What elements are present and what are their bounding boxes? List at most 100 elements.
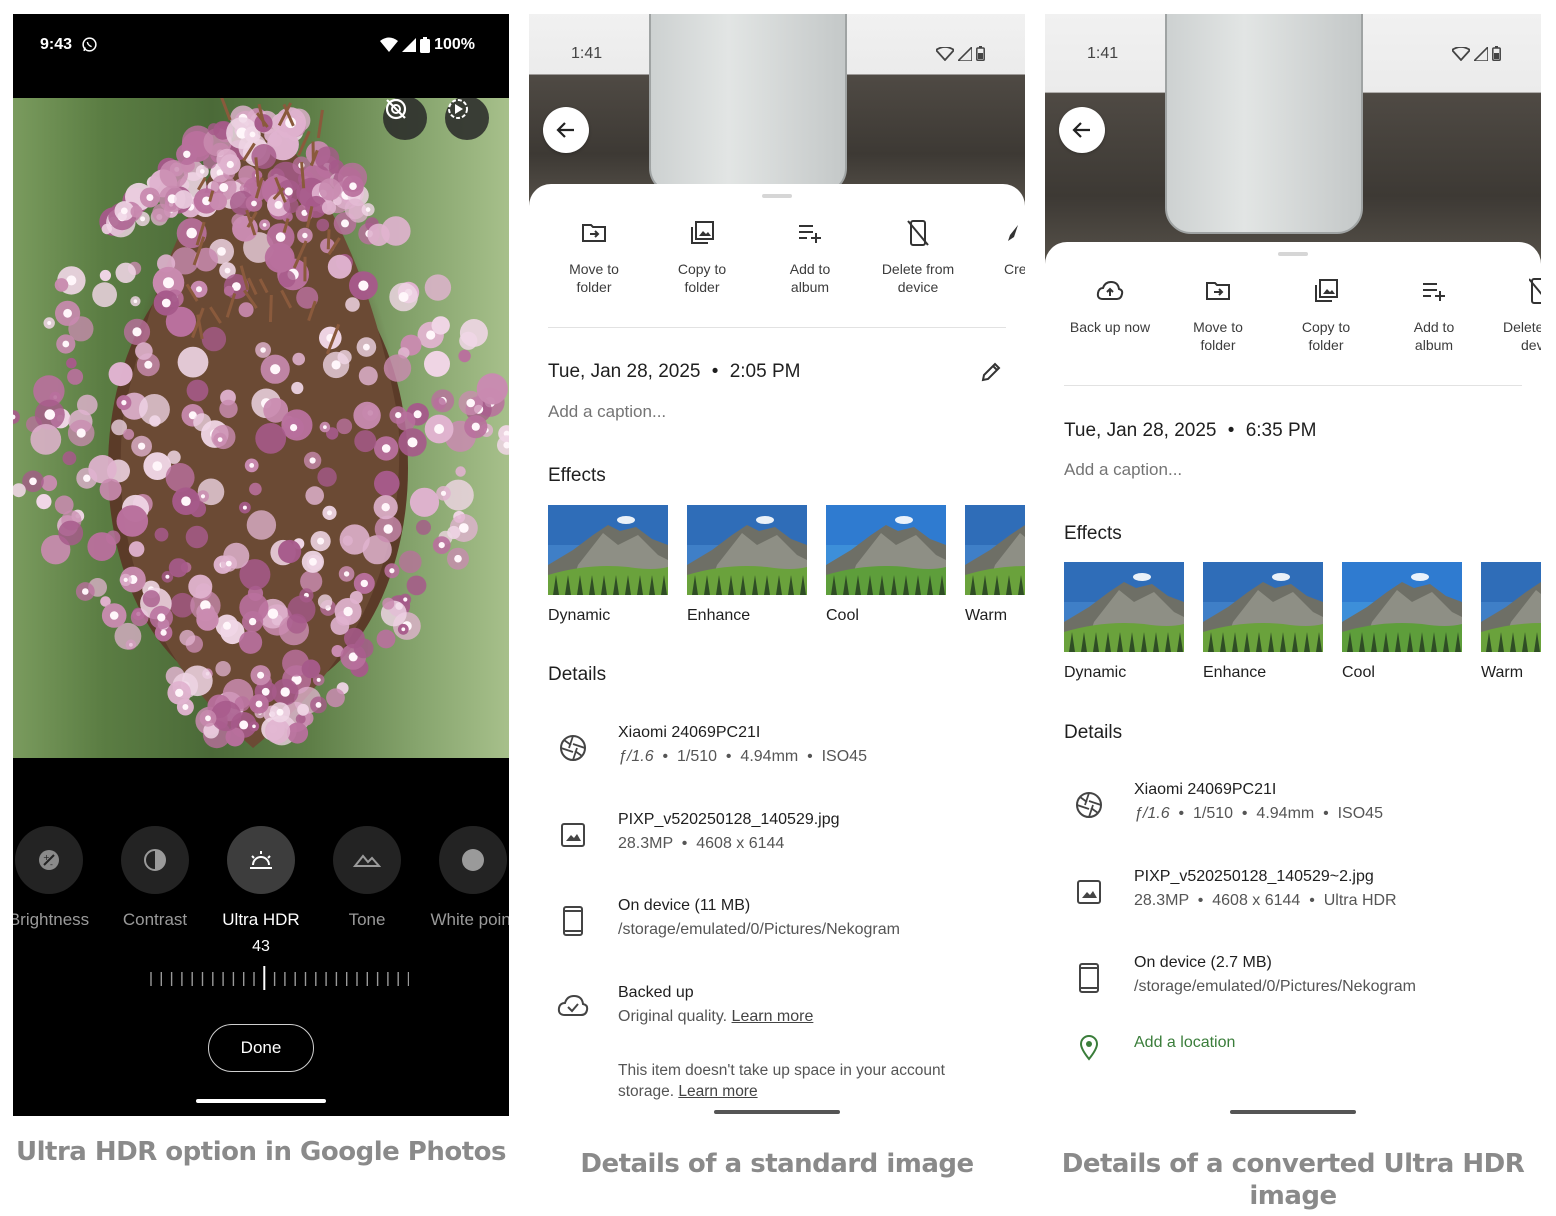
standard-image-details-screen: 1:41 Move to folder Copy to folder Add t… <box>529 14 1025 1126</box>
details-sheet: Back up now Move to folder Copy to folde… <box>1045 242 1541 1126</box>
sheet-handle[interactable] <box>762 194 792 198</box>
effect-thumbnail <box>1342 562 1462 652</box>
effect-enhance[interactable]: Enhance <box>1203 562 1323 682</box>
arrow-left-icon <box>556 122 574 138</box>
action-move-to-folder[interactable]: Move to folder <box>540 218 648 296</box>
action-label: Cre <box>1004 261 1025 277</box>
effect-label: Cool <box>826 607 859 624</box>
effect-dynamic[interactable]: Dynamic <box>1064 562 1184 682</box>
action-label: Back up now <box>1069 319 1151 335</box>
action-add-to-album[interactable]: Add to album <box>756 218 864 296</box>
add-to-album-icon <box>1423 283 1445 301</box>
effect-warm[interactable]: Warm <box>1481 562 1541 682</box>
home-indicator <box>196 1099 326 1103</box>
white-point-icon <box>462 849 484 871</box>
learn-more-link[interactable]: Learn more <box>732 1008 814 1025</box>
phone-icon <box>1079 963 1099 993</box>
caption-panel3: Details of a converted Ultra HDR image <box>1061 1149 1525 1211</box>
flower-photo <box>13 98 509 758</box>
file-info: 28.3MP • 4608 x 6144 <box>618 835 785 852</box>
action-label: Delete from <box>881 261 955 277</box>
action-label: Delete <box>1503 319 1541 335</box>
effect-thumbnail <box>965 505 1025 595</box>
copy-to-folder-icon <box>691 221 714 244</box>
battery-icon <box>420 37 431 53</box>
status-time: 9:43 <box>40 36 73 53</box>
details-sheet: Move to folder Copy to folder Add to alb… <box>529 184 1025 1126</box>
done-button[interactable]: Done <box>208 1024 314 1072</box>
status-bar: 9:43 100% <box>13 14 509 98</box>
create-icon <box>1008 225 1018 241</box>
effect-label: Cool <box>1342 664 1375 681</box>
signal-icon <box>1474 46 1488 61</box>
image-icon <box>1077 880 1101 904</box>
effect-cool[interactable]: Cool <box>1342 562 1462 682</box>
hdr-off-button[interactable] <box>383 98 427 140</box>
arrow-left-icon <box>1072 122 1090 138</box>
motion-button[interactable] <box>445 98 489 140</box>
photo-date: Tue, Jan 28, 2025 <box>548 361 701 382</box>
delete-from-device-icon <box>907 220 929 246</box>
caption-input[interactable]: Add a caption... <box>548 402 666 422</box>
edit-date-button[interactable] <box>979 360 1003 384</box>
battery-icon <box>1492 46 1501 61</box>
back-button[interactable] <box>1059 107 1105 153</box>
aperture-icon <box>560 735 586 761</box>
add-location-link[interactable]: Add a location <box>1134 1034 1235 1052</box>
tool-white-point[interactable]: White point <box>413 826 509 930</box>
action-copy-to-folder[interactable]: Copy to folder <box>648 218 756 296</box>
tool-contrast[interactable]: Contrast <box>95 826 215 930</box>
tool-ultra-hdr[interactable]: Ultra HDR <box>201 826 321 930</box>
tool-tone[interactable]: Tone <box>307 826 427 930</box>
ultra-hdr-image-details-screen: 1:41 Back up now Move to folder Copy to … <box>1045 14 1541 1126</box>
battery-percent: 100% <box>434 36 475 53</box>
action-copy-to-folder[interactable]: Copy to folder <box>1272 276 1380 354</box>
home-indicator <box>714 1110 840 1114</box>
action-create[interactable]: Cre <box>1004 218 1025 278</box>
tool-label: Contrast <box>122 910 188 929</box>
caption-input[interactable]: Add a caption... <box>1064 460 1182 480</box>
back-button[interactable] <box>543 107 589 153</box>
date-time: Tue, Jan 28, 2025 • 6:35 PM <box>1064 420 1317 441</box>
battery-icon <box>976 46 985 61</box>
action-label: Move to <box>1193 319 1243 335</box>
effect-cool[interactable]: Cool <box>826 505 946 625</box>
storage-note: This item doesn't take up space in your … <box>618 1062 945 1100</box>
date-time: Tue, Jan 28, 2025 • 2:05 PM <box>548 361 801 382</box>
sheet-handle[interactable] <box>1278 252 1308 256</box>
storage-path: /storage/emulated/0/Pictures/Nekogram <box>618 921 900 938</box>
home-indicator <box>1230 1110 1356 1114</box>
status-time: 1:41 <box>571 45 603 62</box>
effect-warm[interactable]: Warm <box>965 505 1025 625</box>
effect-thumbnail <box>687 505 807 595</box>
action-move-to-folder[interactable]: Move to folder <box>1164 276 1272 354</box>
ultra-hdr-icon <box>250 851 272 869</box>
action-label: Copy to <box>677 261 727 277</box>
effect-label: Warm <box>1481 664 1524 681</box>
file-info: 28.3MP • 4608 x 6144 • Ultra HDR <box>1134 892 1397 909</box>
effect-dynamic[interactable]: Dynamic <box>548 505 668 625</box>
move-to-folder-icon <box>582 224 606 242</box>
wifi-icon <box>380 37 399 52</box>
effect-label: Enhance <box>1203 664 1267 681</box>
details-title: Details <box>548 664 607 685</box>
adjust-tools: + - Brightness Contrast Ultra HDR Tone Wh… <box>13 826 509 946</box>
ultra-hdr-slider[interactable] <box>149 966 409 990</box>
action-delete-from-device[interactable]: Delete from device <box>864 218 972 296</box>
wifi-icon <box>936 46 954 61</box>
backup-now-icon <box>1096 280 1124 300</box>
action-back-up-now[interactable]: Back up now <box>1056 276 1164 336</box>
effect-enhance[interactable]: Enhance <box>687 505 807 625</box>
action-label: Add to <box>789 261 831 277</box>
ultra-hdr-editor-screen: 9:43 100% + - Brightness Contrast Ultra H… <box>13 14 509 1116</box>
action-add-to-album[interactable]: Add to album <box>1380 276 1488 354</box>
action-label: folder <box>684 279 720 295</box>
hdr-off-icon <box>385 98 407 120</box>
signal-icon <box>958 46 972 61</box>
action-delete-from-device[interactable]: Delete dev <box>1503 276 1541 354</box>
phone-icon <box>563 906 583 936</box>
svg-text:+: + <box>43 853 50 862</box>
effect-label: Dynamic <box>1064 664 1127 681</box>
learn-more-link[interactable]: Learn more <box>678 1083 757 1100</box>
ultra-hdr-badge: Ultra HDR <box>1323 892 1397 909</box>
